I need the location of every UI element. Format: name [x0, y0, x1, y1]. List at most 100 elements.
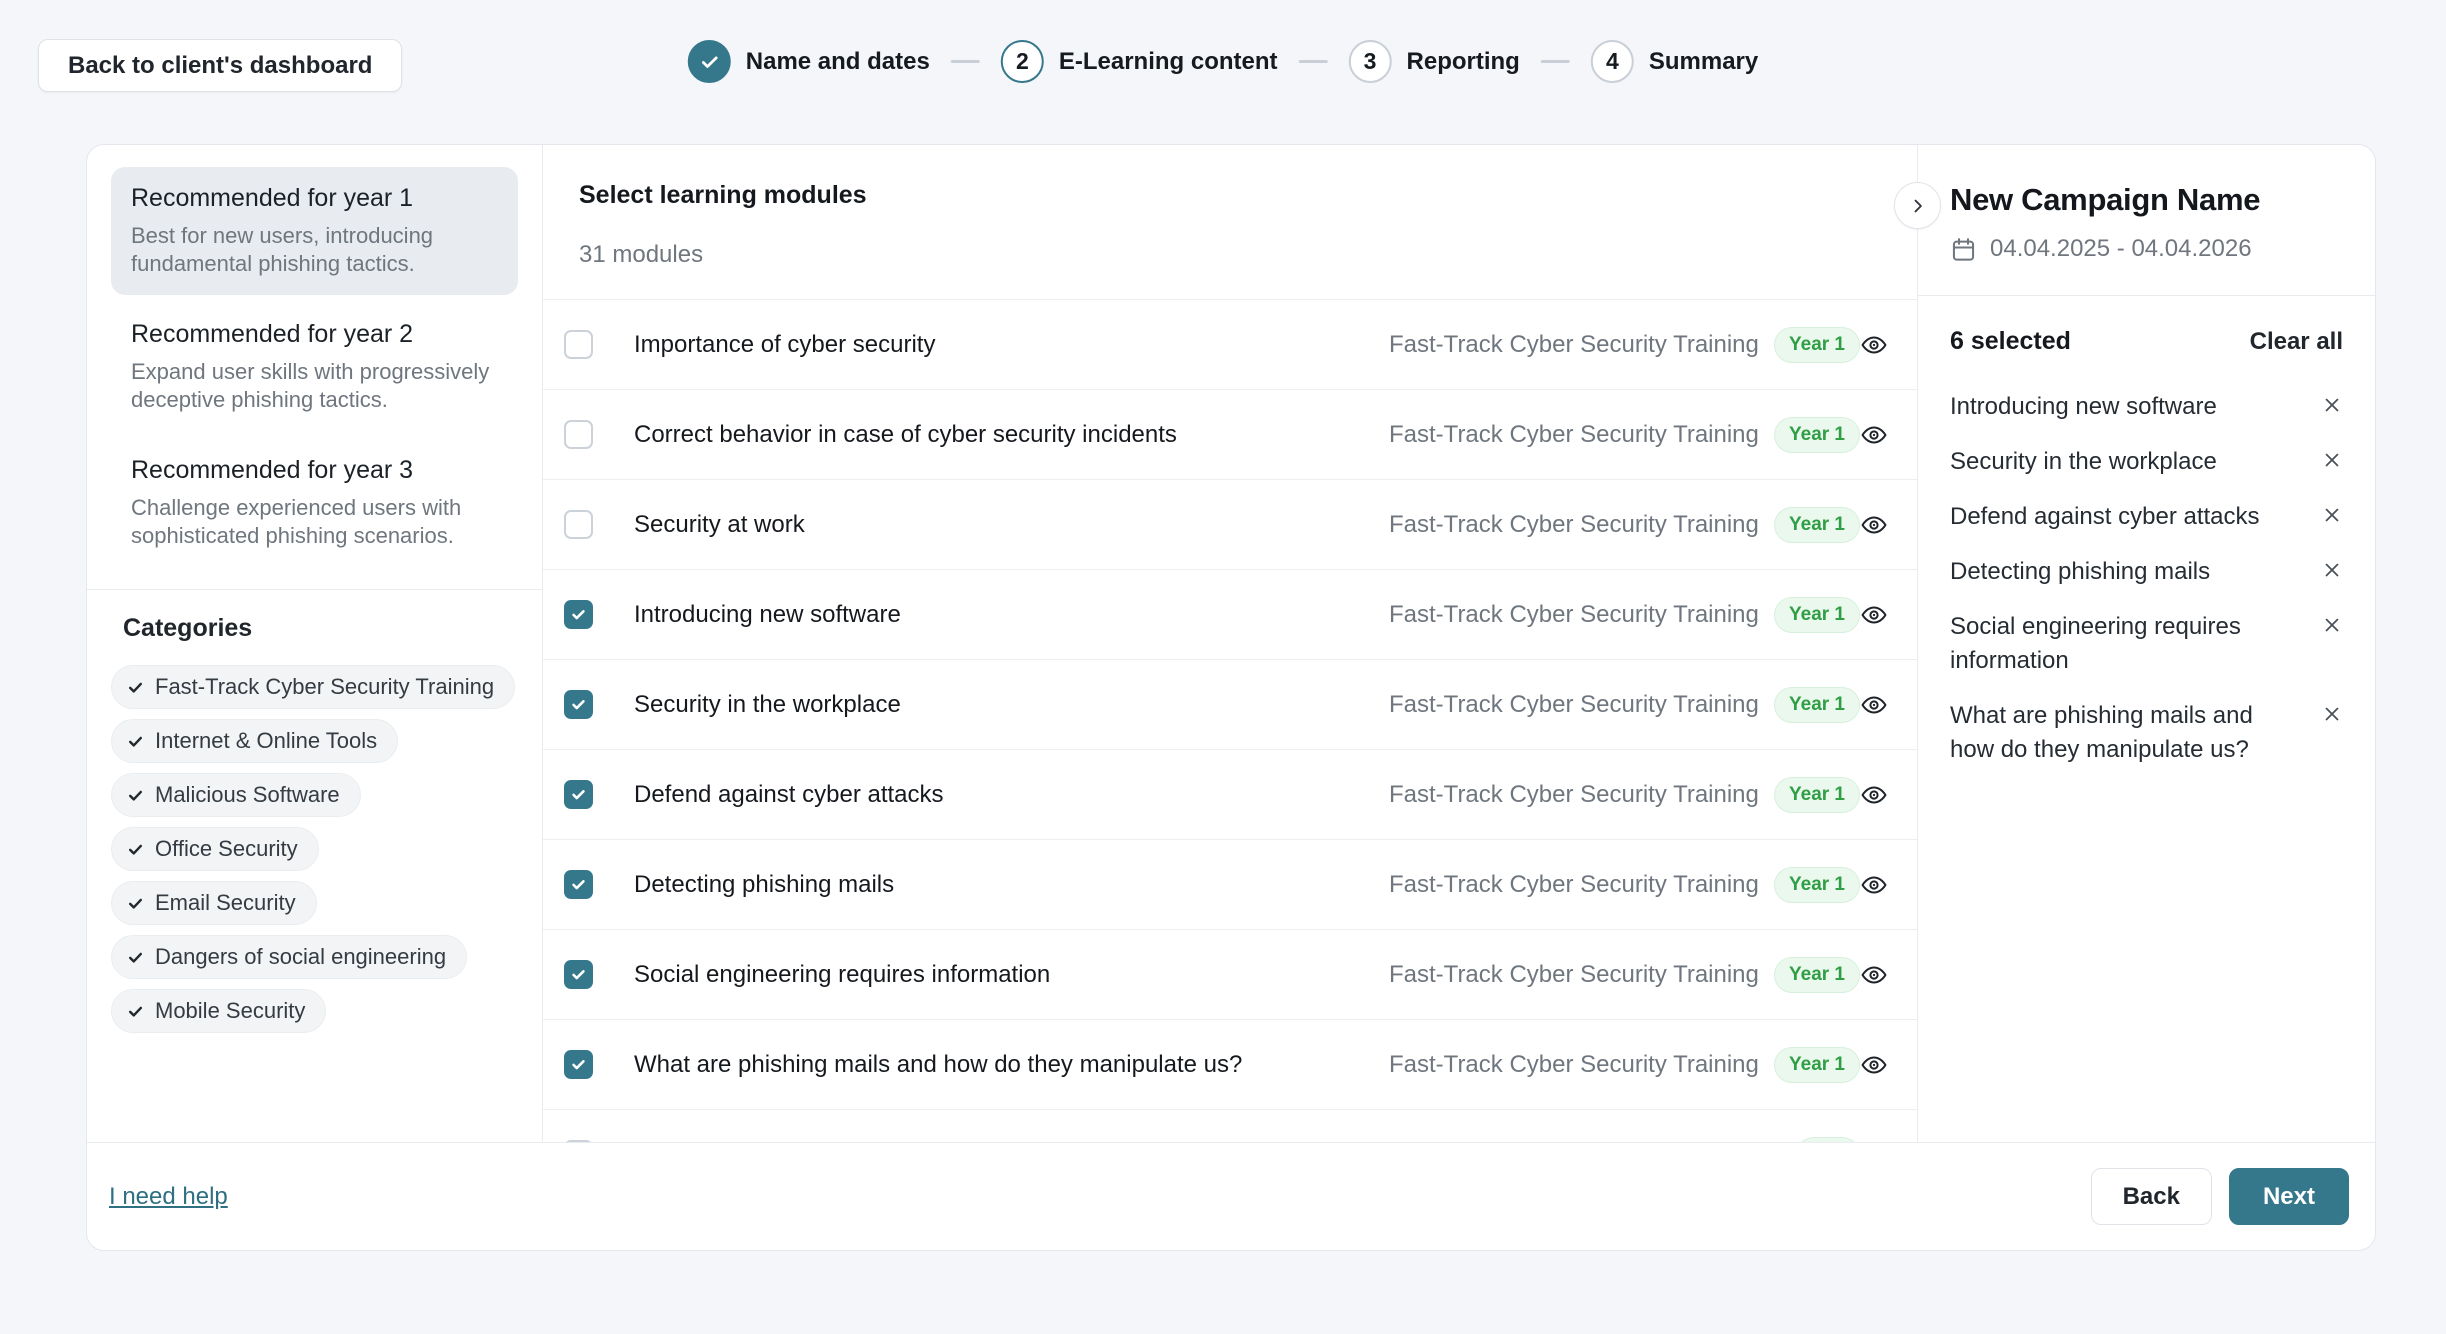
- sidebar-divider: [87, 589, 542, 590]
- module-row[interactable]: Security at work Fast-Track Cyber Securi…: [543, 480, 1917, 570]
- module-title: Social engineering requires information: [634, 961, 1389, 989]
- module-course: Fast-Track Cyber Security Training: [1389, 1049, 1774, 1080]
- selected-header: 6 selected Clear all: [1950, 327, 2343, 356]
- check-icon: [127, 949, 144, 966]
- module-row[interactable]: Defend against cyber attacks Fast-Track …: [543, 750, 1917, 840]
- module-count: 31 modules: [579, 241, 1881, 269]
- remove-module-button[interactable]: [2321, 699, 2343, 725]
- module-title: Security in the workplace: [634, 691, 1389, 719]
- back-to-dashboard-button[interactable]: Back to client's dashboard: [38, 39, 402, 92]
- module-checkbox[interactable]: [564, 870, 593, 899]
- module-row[interactable]: Security in the workplace Fast-Track Cyb…: [543, 660, 1917, 750]
- wizard-stepper: Name and dates 2 E-Learning content 3 Re…: [688, 40, 1758, 83]
- category-chip[interactable]: Email Security: [111, 881, 317, 925]
- stepper-step-4[interactable]: 4 Summary: [1591, 40, 1758, 83]
- category-chip[interactable]: Internet & Online Tools: [111, 719, 398, 763]
- module-course: Fast-Track Cyber Security Training: [1389, 329, 1774, 360]
- module-checkbox[interactable]: [564, 330, 593, 359]
- preview-button[interactable]: [1860, 961, 1888, 989]
- category-chip[interactable]: Office Security: [111, 827, 319, 871]
- stepper-step-2[interactable]: 2 E-Learning content: [1001, 40, 1278, 83]
- module-title: Detecting phishing mails: [634, 871, 1389, 899]
- categories-heading: Categories: [123, 614, 518, 643]
- check-icon: [127, 679, 144, 696]
- module-checkbox[interactable]: [564, 510, 593, 539]
- check-icon: [570, 696, 587, 713]
- back-button[interactable]: Back: [2091, 1168, 2212, 1225]
- module-row[interactable]: Fast-Track Cyber Security Training: [543, 1110, 1917, 1142]
- remove-module-button[interactable]: [2321, 445, 2343, 471]
- preview-button[interactable]: [1860, 331, 1888, 359]
- module-checkbox[interactable]: [564, 1050, 593, 1079]
- main-card: Recommended for year 1 Best for new user…: [86, 144, 2376, 1251]
- calendar-icon: [1950, 236, 1977, 263]
- module-row[interactable]: Importance of cyber security Fast-Track …: [543, 300, 1917, 390]
- preview-button[interactable]: [1860, 511, 1888, 539]
- top-bar: Back to client's dashboard Name and date…: [0, 0, 2446, 144]
- close-icon: [2321, 614, 2343, 636]
- check-icon: [127, 841, 144, 858]
- module-row[interactable]: What are phishing mails and how do they …: [543, 1020, 1917, 1110]
- year-badge: Year 1: [1774, 687, 1860, 723]
- module-row[interactable]: Introducing new software Fast-Track Cybe…: [543, 570, 1917, 660]
- selected-module-label: Security in the workplace: [1950, 445, 2321, 479]
- module-course: Fast-Track Cyber Security Training: [1389, 419, 1774, 450]
- remove-module-button[interactable]: [2321, 500, 2343, 526]
- module-checkbox[interactable]: [564, 690, 593, 719]
- module-title: Defend against cyber attacks: [634, 781, 1389, 809]
- selected-module-label: Social engineering requires information: [1950, 610, 2321, 678]
- preview-button[interactable]: [1860, 871, 1888, 899]
- eye-icon: [1860, 1051, 1888, 1079]
- recommendation-title: Recommended for year 1: [131, 184, 498, 213]
- help-link[interactable]: I need help: [109, 1183, 228, 1211]
- preview-button[interactable]: [1860, 1051, 1888, 1079]
- selected-module-label: Introducing new software: [1950, 390, 2321, 424]
- stepper-step-3[interactable]: 3 Reporting: [1349, 40, 1520, 83]
- recommendation-item[interactable]: Recommended for year 2 Expand user skill…: [111, 303, 518, 431]
- year-badge: Year 1: [1774, 867, 1860, 903]
- module-checkbox[interactable]: [564, 420, 593, 449]
- preview-button[interactable]: [1860, 601, 1888, 629]
- module-checkbox[interactable]: [564, 600, 593, 629]
- category-chip[interactable]: Dangers of social engineering: [111, 935, 467, 979]
- recommendation-description: Challenge experienced users with sophist…: [131, 494, 498, 550]
- module-course: Fast-Track Cyber Security Training: [1389, 869, 1774, 900]
- year-badge: Year 1: [1774, 777, 1860, 813]
- category-chip[interactable]: Fast-Track Cyber Security Training: [111, 665, 515, 709]
- recommendation-item[interactable]: Recommended for year 3 Challenge experie…: [111, 439, 518, 567]
- category-chip-label: Malicious Software: [155, 782, 340, 808]
- module-title: Importance of cyber security: [634, 331, 1389, 359]
- check-icon: [127, 787, 144, 804]
- module-course: Fast-Track Cyber Security Training: [1389, 959, 1774, 990]
- module-row[interactable]: Social engineering requires information …: [543, 930, 1917, 1020]
- next-button[interactable]: Next: [2229, 1168, 2349, 1225]
- module-checkbox[interactable]: [564, 780, 593, 809]
- module-checkbox[interactable]: [564, 960, 593, 989]
- year-badge: Year 1: [1774, 507, 1860, 543]
- check-icon: [570, 876, 587, 893]
- step-label: Name and dates: [746, 48, 930, 76]
- step-connector: [1541, 60, 1570, 63]
- clear-all-button[interactable]: Clear all: [2250, 328, 2343, 356]
- category-chip-label: Office Security: [155, 836, 298, 862]
- module-row[interactable]: Detecting phishing mails Fast-Track Cybe…: [543, 840, 1917, 930]
- stepper-step-1[interactable]: Name and dates: [688, 40, 930, 83]
- selected-module-item: What are phishing mails and how do they …: [1950, 699, 2343, 767]
- recommendation-item[interactable]: Recommended for year 1 Best for new user…: [111, 167, 518, 295]
- category-chip[interactable]: Malicious Software: [111, 773, 361, 817]
- eye-icon: [1860, 601, 1888, 629]
- preview-button[interactable]: [1860, 781, 1888, 809]
- category-chip[interactable]: Mobile Security: [111, 989, 326, 1033]
- summary-panel: New Campaign Name 04.04.2025 - 04.04.202…: [1917, 145, 2375, 1142]
- collapse-panel-button[interactable]: [1894, 182, 1941, 229]
- remove-module-button[interactable]: [2321, 555, 2343, 581]
- preview-button[interactable]: [1860, 421, 1888, 449]
- step-circle: 3: [1349, 40, 1392, 83]
- preview-button[interactable]: [1860, 691, 1888, 719]
- remove-module-button[interactable]: [2321, 390, 2343, 416]
- remove-module-button[interactable]: [2321, 610, 2343, 636]
- category-chip-label: Fast-Track Cyber Security Training: [155, 674, 494, 700]
- module-row[interactable]: Correct behavior in case of cyber securi…: [543, 390, 1917, 480]
- selected-count: 6 selected: [1950, 327, 2071, 356]
- check-icon: [570, 786, 587, 803]
